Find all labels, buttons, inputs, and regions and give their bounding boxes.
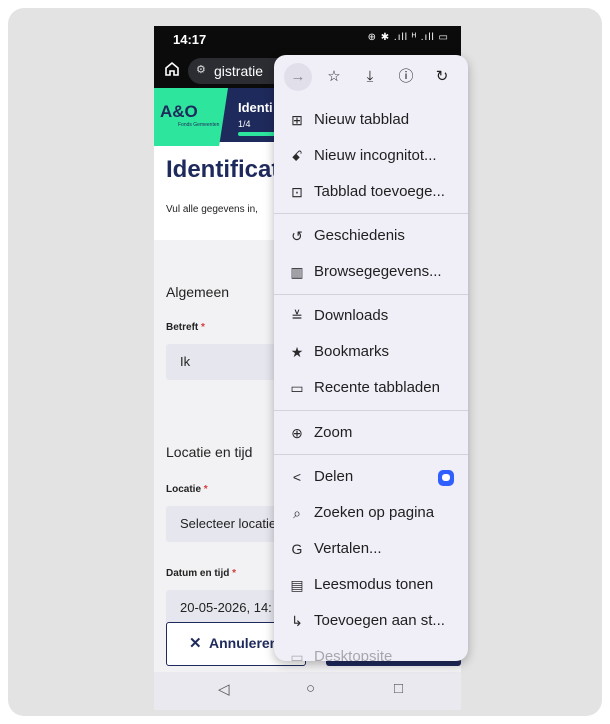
required-mark: * (232, 568, 237, 579)
recents-icon[interactable]: □ (394, 680, 403, 697)
menu-item-label: Toevoegen aan st... (314, 612, 445, 629)
site-settings-icon[interactable]: ⚙ (196, 63, 206, 76)
menu-item-label: Zoom (314, 424, 353, 441)
incognito-icon: ꗃ (291, 148, 303, 164)
location-value: Selecteer locatie (180, 516, 277, 531)
reader-mode-icon: ▤ (290, 577, 304, 593)
status-time: 14:17 (173, 32, 207, 47)
browser-menu: → ☆ ⤓ ⓘ ↻ ⊞ Nieuw tabblad ꗃ Nieuw incognit… (274, 55, 468, 661)
section-general: Algemeen (166, 284, 230, 300)
ao-logo: A&O Fonds Gemeenten (154, 88, 228, 146)
menu-item-label: Tabblad toevoege... (314, 183, 445, 200)
status-icons: ⊕ ✱ .ıll ᴴ .ıll ▭ (367, 32, 449, 43)
menu-divider (274, 213, 468, 214)
menu-item-translate[interactable]: G Vertalen... (274, 535, 468, 565)
page-title: Identificat (166, 156, 280, 183)
menu-item-desktop-site[interactable]: ▭ Desktopsite (274, 643, 468, 661)
url-text[interactable]: gistratie (214, 63, 263, 79)
close-icon: ✕ (189, 635, 202, 652)
menu-item-label: Bookmarks (314, 343, 390, 360)
menu-divider (274, 410, 468, 411)
location-label: Locatie * (166, 484, 208, 495)
menu-divider (274, 454, 468, 455)
menu-item-new-tab[interactable]: ⊞ Nieuw tabblad (274, 106, 468, 136)
trash-icon: ▥ (290, 264, 304, 280)
menu-item-find-in-page[interactable]: ⌕ Zoeken op pagina (274, 499, 468, 529)
menu-item-label: Downloads (314, 307, 389, 324)
desktop-icon: ▭ (290, 649, 304, 661)
find-in-page-icon: ⌕ (293, 505, 301, 521)
cancel-label: Annuleren (209, 635, 279, 651)
new-tab-icon: ⊞ (291, 112, 303, 128)
menu-item-label: Nieuw incognitot... (314, 147, 437, 164)
logo-subtitle: Fonds Gemeenten (178, 122, 220, 128)
tab-group-icon: ⊡ (291, 184, 303, 200)
menu-item-add-to-home[interactable]: ↳ Toevoegen aan st... (274, 607, 468, 637)
required-mark: * (203, 484, 208, 495)
menu-item-bookmarks[interactable]: ★ Bookmarks (274, 338, 468, 368)
devices-icon: ▭ (290, 380, 304, 396)
history-icon: ↺ (291, 228, 303, 244)
share-app-badge-icon[interactable] (438, 470, 454, 486)
betreft-label: Betreft * (166, 322, 205, 333)
menu-item-share[interactable]: < Delen (274, 463, 468, 493)
menu-item-label: Browsegegevens... (314, 263, 442, 280)
menu-icon-row: → ☆ ⤓ ⓘ ↻ (274, 55, 468, 99)
share-icon: < (292, 469, 302, 485)
reload-icon[interactable]: ↻ (428, 63, 456, 91)
add-to-home-icon: ↳ (291, 613, 303, 629)
menu-item-history[interactable]: ↺ Geschiedenis (274, 222, 468, 252)
menu-item-add-tab-group[interactable]: ⊡ Tabblad toevoege... (274, 178, 468, 208)
menu-item-downloads[interactable]: ≚ Downloads (274, 302, 468, 332)
menu-item-label: Geschiedenis (314, 227, 405, 244)
download-icon[interactable]: ⤓ (356, 63, 384, 91)
page-intro: Vul alle gegevens in, (166, 204, 258, 215)
menu-item-label: Desktopsite (314, 648, 393, 661)
header-title: Identi (238, 100, 273, 115)
datetime-value: 20-05-2026, 14: (180, 600, 272, 615)
back-icon[interactable]: ◁ (218, 680, 230, 698)
home-nav-icon[interactable]: ○ (306, 680, 315, 697)
menu-item-reader-mode[interactable]: ▤ Leesmodus tonen (274, 571, 468, 601)
betreft-value: Ik (180, 354, 191, 369)
menu-item-label: Delen (314, 468, 354, 485)
logo-mark: A&O (160, 102, 198, 121)
datetime-label: Datum en tijd * (166, 568, 237, 579)
menu-item-browsing-data[interactable]: ▥ Browsegegevens... (274, 258, 468, 288)
menu-item-label: Leesmodus tonen (314, 576, 434, 593)
info-icon[interactable]: ⓘ (392, 63, 420, 91)
menu-item-label: Zoeken op pagina (314, 504, 435, 521)
star-icon: ★ (290, 344, 304, 360)
menu-item-label: Nieuw tabblad (314, 111, 410, 128)
menu-item-label: Vertalen... (314, 540, 382, 557)
step-counter: 1/4 (238, 119, 251, 129)
section-location: Locatie en tijd (166, 444, 253, 460)
menu-item-zoom[interactable]: ⊕ Zoom (274, 419, 468, 449)
menu-item-recent-tabs[interactable]: ▭ Recente tabbladen (274, 374, 468, 404)
bookmark-star-icon[interactable]: ☆ (320, 63, 348, 91)
required-mark: * (201, 322, 205, 333)
forward-icon[interactable]: → (284, 63, 312, 91)
zoom-icon: ⊕ (291, 425, 303, 441)
menu-divider (274, 294, 468, 295)
menu-item-incognito[interactable]: ꗃ Nieuw incognitot... (274, 142, 468, 172)
downloads-check-icon: ≚ (291, 308, 303, 324)
android-nav-bar: ◁ ○ □ (154, 672, 461, 710)
status-bar: 14:17 ⊕ ✱ .ıll ᴴ .ıll ▭ (154, 26, 461, 52)
menu-item-label: Recente tabbladen (314, 379, 440, 396)
translate-icon: G (291, 541, 303, 557)
home-icon[interactable] (164, 61, 180, 77)
